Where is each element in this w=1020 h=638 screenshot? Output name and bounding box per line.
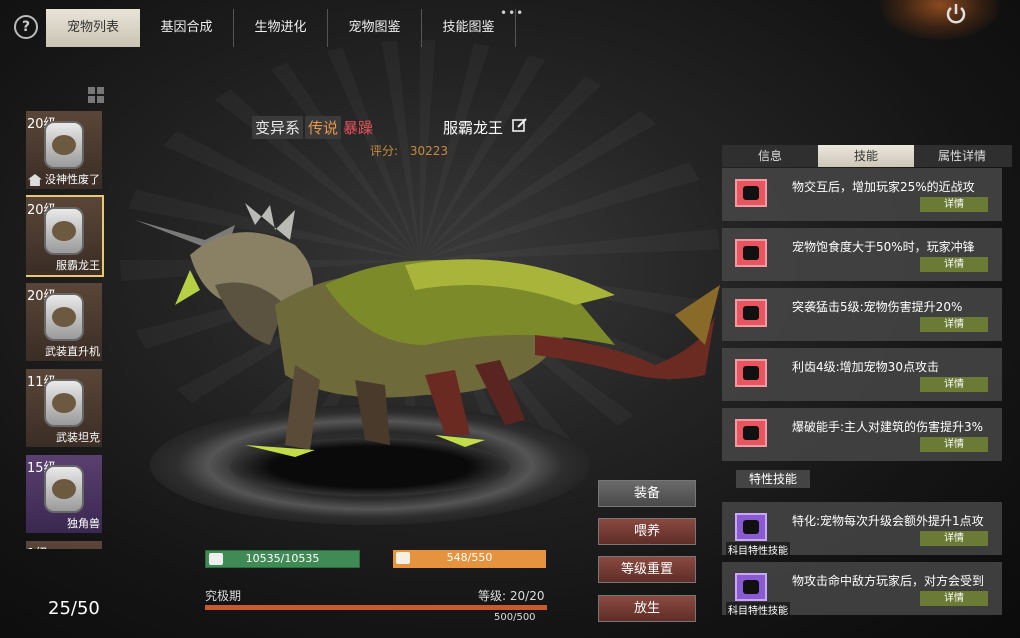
feed-button[interactable]: 喂养 <box>598 518 696 545</box>
skill-text: 利齿4级:增加宠物30点攻击 <box>792 360 939 374</box>
detail-tabs: 信息 技能 属性详情 <box>722 145 1012 167</box>
trait-detail-button[interactable]: 详情 <box>920 591 988 606</box>
grid-view-icon[interactable] <box>88 87 104 103</box>
trait-skill-text: 特化:宠物每次升级会额外提升1点攻 <box>792 514 984 528</box>
equip-button[interactable]: 装备 <box>598 480 696 507</box>
xp-bar <box>205 605 547 610</box>
claw-skill-icon <box>735 179 767 207</box>
skill-detail-button[interactable]: 详情 <box>920 437 988 452</box>
skill-text: 突袭猛击5级:宠物伤害提升20% <box>792 300 963 314</box>
tab-gene-synthesis[interactable]: 基因合成 <box>140 9 234 47</box>
trait-skill-text: 物攻击命中敌方玩家后，对方会受到 <box>792 574 985 588</box>
trait-skill-icon <box>735 573 767 601</box>
skill-detail-button[interactable]: 详情 <box>920 317 988 332</box>
dragon-model[interactable] <box>95 195 725 470</box>
pet-score: 评分: 30223 <box>370 142 448 159</box>
skill-detail-button[interactable]: 详情 <box>920 197 988 212</box>
skill-list: 物交互后，增加玩家25%的近战攻 详情 宠物饱食度大于50%时，玩家冲锋 详情 … <box>722 168 1002 638</box>
beast-skill-icon <box>735 239 767 267</box>
pet-name: 独角兽 <box>67 517 100 530</box>
tab-evolution[interactable]: 生物进化 <box>234 9 328 47</box>
pet-level: 1级 <box>27 543 48 549</box>
pet-title-name: 服霸龙王 <box>443 119 504 137</box>
demolition-skill-icon <box>735 419 767 447</box>
level-label: 等级: <box>478 589 507 603</box>
xp-fill <box>205 605 547 610</box>
paw-skill-icon <box>735 299 767 327</box>
pet-series: 变异系 <box>252 116 304 139</box>
power-icon[interactable] <box>944 2 968 26</box>
pet-card[interactable]: 20级 武装直升机 <box>26 283 102 361</box>
pet-name: 服霸龙王 <box>56 259 100 272</box>
tab-pet-list[interactable]: 宠物列表 <box>46 9 140 47</box>
more-icon[interactable]: ••• <box>500 6 524 20</box>
pet-count: 25/50 <box>48 598 100 619</box>
trait-section-title: 特性技能 <box>736 470 810 488</box>
trait-skill-item: 科目特性技能 特化:宠物每次升级会额外提升1点攻 详情 <box>722 502 1002 557</box>
trait-skill-label: 科目特性技能 <box>726 542 790 557</box>
skill-text: 宠物饱食度大于50%时，玩家冲锋 <box>792 240 975 254</box>
teeth-skill-icon <box>735 359 767 387</box>
xp-value: 500/500 <box>494 612 536 623</box>
pet-tag-icon <box>44 379 84 427</box>
trait-detail-button[interactable]: 详情 <box>920 531 988 546</box>
food-value: 548/550 <box>446 551 493 564</box>
level-value: 20/20 <box>509 589 545 603</box>
top-tabs: 宠物列表 基因合成 生物进化 宠物图鉴 技能图鉴 <box>46 9 516 47</box>
pet-header: 变异系 传说 暴躁 服霸龙王 <box>252 116 503 139</box>
skill-detail-button[interactable]: 详情 <box>920 377 988 392</box>
skill-text: 爆破能手:主人对建筑的伤害提升3% <box>792 420 984 434</box>
tab-info[interactable]: 信息 <box>722 145 818 167</box>
tab-attributes[interactable]: 属性详情 <box>914 145 1010 167</box>
pet-name: 没神性废了 <box>45 173 100 186</box>
pet-tag-icon <box>44 121 84 169</box>
pet-tag-icon <box>44 293 84 341</box>
score-label: 评分: <box>370 144 399 158</box>
level-reset-button[interactable]: 等级重置 <box>598 556 696 583</box>
skill-item: 物交互后，增加玩家25%的近战攻 详情 <box>722 168 1002 221</box>
tab-skills[interactable]: 技能 <box>818 145 914 167</box>
pet-card[interactable]: 20级 没神性废了 <box>26 111 102 189</box>
pet-card[interactable]: 15级 独角兽 <box>26 455 102 533</box>
pet-list: 20级 没神性废了 20级 服霸龙王 20级 武装直升机 11级 武装坦克 15… <box>26 111 104 549</box>
house-icon <box>28 174 42 186</box>
skill-item: 宠物饱食度大于50%时，玩家冲锋 详情 <box>722 228 1002 281</box>
help-icon[interactable]: ? <box>14 15 38 39</box>
score-value: 30223 <box>409 144 449 158</box>
release-button[interactable]: 放生 <box>598 595 696 622</box>
trait-skill-icon <box>735 513 767 541</box>
pet-card[interactable]: 1级 <box>26 541 102 549</box>
pet-temper: 暴躁 <box>343 119 374 137</box>
hp-bar: 10535/10535 <box>205 550 360 568</box>
pet-tag-icon <box>44 207 84 255</box>
pet-tag-icon <box>44 465 84 513</box>
hp-value: 10535/10535 <box>245 552 320 565</box>
trait-skill-label: 科目特性技能 <box>726 602 790 617</box>
pet-level-info: 等级: 20/20 <box>478 587 544 604</box>
pet-rarity: 传说 <box>305 116 342 139</box>
pet-card[interactable]: 11级 武装坦克 <box>26 369 102 447</box>
edit-name-icon[interactable] <box>512 117 528 133</box>
skill-item: 利齿4级:增加宠物30点攻击 详情 <box>722 348 1002 401</box>
growth-stage: 究极期 <box>205 589 242 603</box>
food-bar: 548/550 <box>393 550 546 568</box>
skill-detail-button[interactable]: 详情 <box>920 257 988 272</box>
skill-item: 爆破能手:主人对建筑的伤害提升3% 详情 <box>722 408 1002 461</box>
pet-name: 武装直升机 <box>45 345 100 358</box>
skill-text: 物交互后，增加玩家25%的近战攻 <box>792 180 975 194</box>
skill-item: 突袭猛击5级:宠物伤害提升20% 详情 <box>722 288 1002 341</box>
trait-skill-item: 科目特性技能 物攻击命中敌方玩家后，对方会受到 详情 <box>722 562 1002 617</box>
corner-glow <box>880 0 1000 40</box>
pet-card-selected[interactable]: 20级 服霸龙王 <box>26 195 104 277</box>
tab-pet-codex[interactable]: 宠物图鉴 <box>328 9 422 47</box>
pet-name: 武装坦克 <box>56 431 100 444</box>
